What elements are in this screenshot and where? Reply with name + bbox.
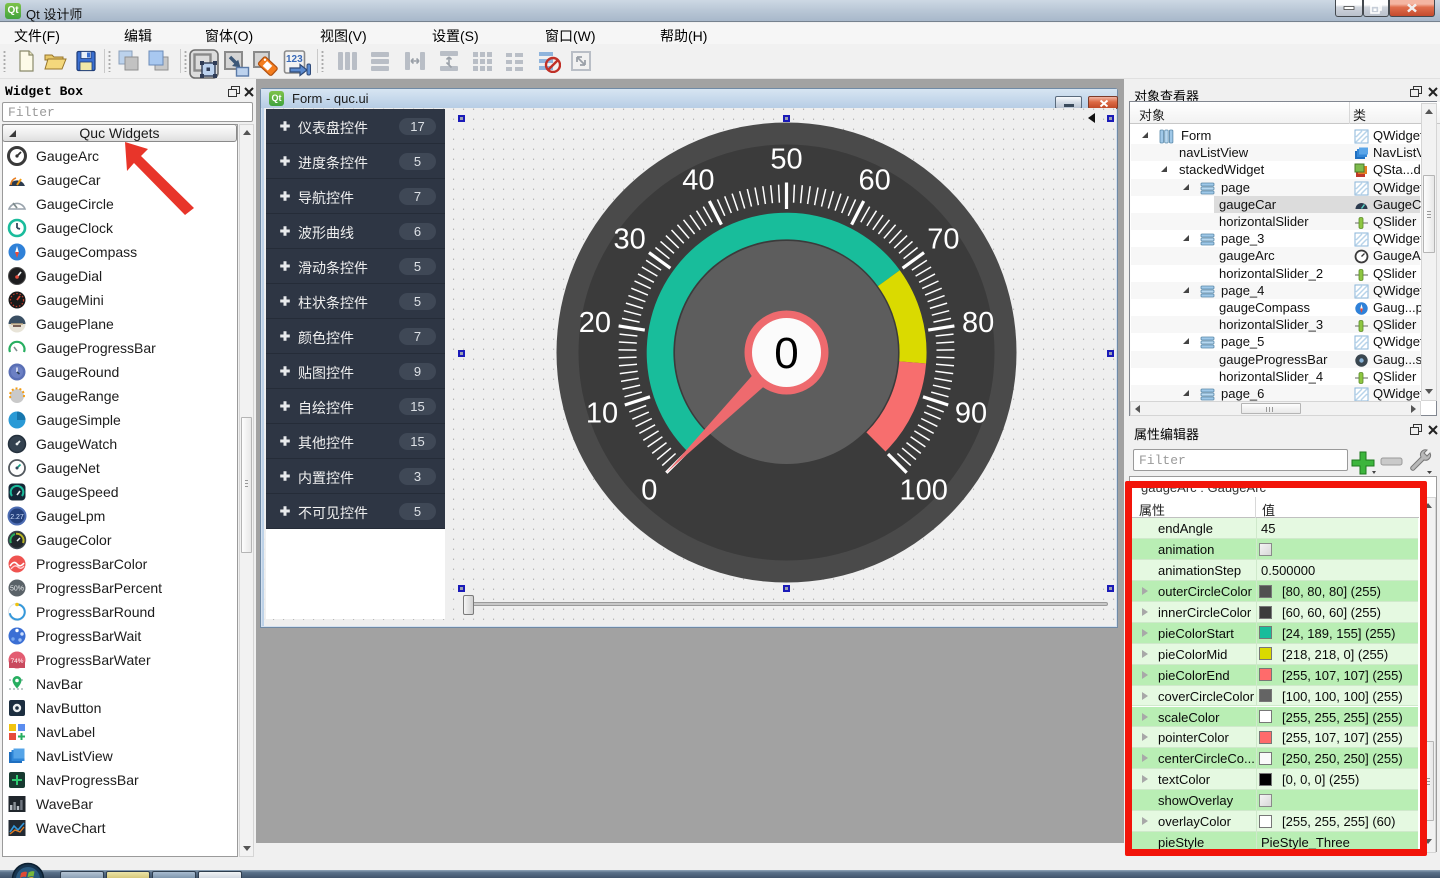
svg-text:100: 100 <box>900 475 948 507</box>
svg-text:50%: 50% <box>10 586 24 593</box>
svg-text:40: 40 <box>682 165 714 197</box>
svg-text:123: 123 <box>286 54 303 65</box>
svg-text:20: 20 <box>579 307 611 339</box>
svg-text:74%: 74% <box>11 658 24 665</box>
svg-text:80: 80 <box>962 307 994 339</box>
svg-text:30: 30 <box>613 224 645 256</box>
svg-text:0: 0 <box>641 475 657 507</box>
svg-text:60: 60 <box>858 165 890 197</box>
svg-text:90: 90 <box>955 397 987 429</box>
svg-text:0: 0 <box>774 329 798 378</box>
svg-text:2.27: 2.27 <box>10 514 24 521</box>
svg-text:50: 50 <box>770 144 802 176</box>
svg-text:70: 70 <box>927 224 959 256</box>
svg-text:10: 10 <box>586 397 618 429</box>
